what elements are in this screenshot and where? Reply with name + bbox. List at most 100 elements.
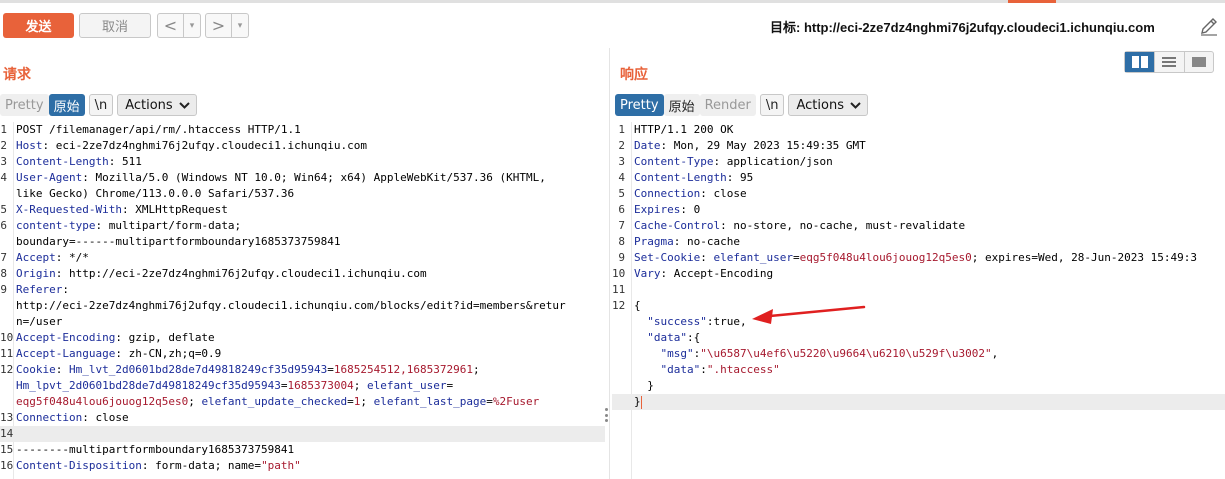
code-line[interactable]: }	[612, 378, 1225, 394]
code-line[interactable]: 5 Connection: close	[612, 186, 1225, 202]
back-history-dropdown-icon[interactable]: ▾	[183, 14, 200, 37]
code-line[interactable]: 5 X-Requested-With: XMLHttpRequest	[0, 202, 605, 218]
code-line[interactable]: 3 Content-Length: 511	[0, 154, 605, 170]
line-number	[612, 394, 629, 410]
cancel-button[interactable]: 取消	[79, 13, 151, 38]
line-number: 12	[612, 299, 626, 312]
code-line[interactable]: 2 Host: eci-2ze7dz4nghmi76j2ufqy.cloudeci…	[0, 138, 605, 154]
back-arrow-icon[interactable]: <	[158, 14, 183, 37]
code-line[interactable]: 12 {	[612, 298, 1225, 314]
split-rows-icon[interactable]	[1154, 52, 1183, 72]
code-line[interactable]: 13 Connection: close	[0, 410, 605, 426]
code-line[interactable]: http://eci-2ze7dz4nghmi76j2ufqy.cloudeci…	[0, 298, 605, 314]
code-line[interactable]: 12 Cookie: Hm_lvt_2d0601bd28de7d49818249c…	[0, 362, 605, 378]
code-line[interactable]: n=/user	[0, 314, 605, 330]
code-text: "msg":"\u6587\u4ef6\u5220\u9664\u6210\u5…	[629, 346, 1225, 362]
response-tab-pretty[interactable]: Pretty	[615, 94, 664, 116]
code-line[interactable]: 14	[0, 426, 605, 442]
line-number: 14	[0, 427, 14, 440]
header-name: Cookie	[16, 363, 56, 376]
plain-token: : zh-CN,zh;q=0.9	[115, 347, 222, 360]
value-token: 1685373004	[287, 379, 354, 392]
code-line[interactable]: 1 POST /filemanager/api/rm/.htaccess HTTP…	[0, 122, 605, 138]
code-line[interactable]: 10 Accept-Encoding: gzip, deflate	[0, 330, 605, 346]
request-newline-toggle[interactable]: \n	[88, 94, 114, 116]
line-number	[612, 330, 629, 346]
plain-token: ,	[991, 347, 999, 360]
send-button[interactable]: 发送	[3, 13, 74, 38]
code-line[interactable]: 4 User-Agent: Mozilla/5.0 (Windows NT 10.…	[0, 170, 605, 186]
plain-token: :	[62, 283, 69, 296]
response-tab-render[interactable]: Render	[699, 94, 756, 116]
code-line[interactable]: eqg5f048u4lou6jouog12q5es0; elefant_upda…	[0, 394, 605, 410]
code-line[interactable]: 2 Date: Mon, 29 May 2023 15:49:35 GMT	[612, 138, 1225, 154]
code-text: POST /filemanager/api/rm/.htaccess HTTP/…	[11, 122, 605, 138]
code-text: "data":{	[629, 330, 1225, 346]
plain-token: ;	[353, 379, 368, 392]
forward-history-dropdown-icon[interactable]: ▾	[231, 14, 248, 37]
line-number: 2	[618, 139, 625, 152]
code-line[interactable]: 4 Content-Length: 95	[612, 170, 1225, 186]
header-name: Referer	[16, 283, 63, 296]
line-number: 9	[0, 283, 7, 296]
code-line[interactable]: 3 Content-Type: application/json	[612, 154, 1225, 170]
forward-arrow-icon[interactable]: >	[206, 14, 231, 37]
code-line[interactable]: }	[612, 394, 1225, 410]
code-line[interactable]: 9 Set-Cookie: elefant_user=eqg5f048u4lou6…	[612, 250, 1225, 266]
code-line[interactable]: 8 Pragma: no-cache	[612, 234, 1225, 250]
code-line[interactable]: 9 Referer:	[0, 282, 605, 298]
header-name: elefant_user	[367, 379, 447, 392]
value-token: "path"	[261, 459, 301, 472]
code-line[interactable]: "success":true,	[612, 314, 1225, 330]
header-name: Accept-Language	[16, 347, 116, 360]
code-line[interactable]: 10 Vary: Accept-Encoding	[612, 266, 1225, 282]
plain-token: : gzip, deflate	[115, 331, 215, 344]
toolbar: 发送 取消 < ▾ > ▾ 目标: http://eci-2ze7dz4nghm…	[0, 3, 1225, 47]
request-editor[interactable]: 1 POST /filemanager/api/rm/.htaccess HTTP…	[0, 122, 605, 474]
header-name: Connection	[634, 187, 701, 200]
header-name: Origin	[16, 267, 56, 280]
split-columns-icon[interactable]	[1125, 52, 1155, 72]
code-line[interactable]: "data":".htaccess"	[612, 362, 1225, 378]
plain-token: : 95	[726, 171, 754, 184]
code-text: }	[629, 394, 1225, 410]
code-line[interactable]: 1 HTTP/1.1 200 OK	[612, 122, 1225, 138]
line-number: 10	[0, 331, 14, 344]
code-line[interactable]: 11	[612, 282, 1225, 298]
code-line[interactable]: 11 Accept-Language: zh-CN,zh;q=0.9	[0, 346, 605, 362]
code-text: like Gecko) Chrome/113.0.0.0 Safari/537.…	[11, 186, 605, 202]
code-line[interactable]: "data":{	[612, 330, 1225, 346]
code-line[interactable]: "msg":"\u6587\u4ef6\u5220\u9664\u6210\u5…	[612, 346, 1225, 362]
header-name: Set-Cookie	[634, 251, 701, 264]
plain-token: http://eci-2ze7dz4nghmi76j2ufqy.cloudeci…	[16, 299, 566, 312]
pane-divider[interactable]	[609, 48, 610, 479]
code-line[interactable]: boundary=------multipartformboundary1685…	[0, 234, 605, 250]
pencil-icon[interactable]	[1198, 15, 1220, 37]
value-token: "\u6587\u4ef6\u5220\u9664\u6210\u529f\u3…	[700, 347, 992, 360]
code-text: Accept-Encoding: gzip, deflate	[11, 330, 605, 346]
response-newline-toggle[interactable]: \n	[759, 94, 785, 116]
code-line[interactable]: 7 Cache-Control: no-store, no-cache, must…	[612, 218, 1225, 234]
response-actions-menu[interactable]: Actions	[788, 94, 868, 116]
value-token: 1685254512,1685372961	[333, 363, 473, 376]
code-line[interactable]: 8 Origin: http://eci-2ze7dz4nghmi76j2ufqy…	[0, 266, 605, 282]
plain-token: HTTP/1.1 200 OK	[634, 123, 734, 136]
plain-token: }	[634, 379, 654, 392]
response-editor[interactable]: 1 HTTP/1.1 200 OK 2 Date: Mon, 29 May 2023 …	[612, 122, 1225, 410]
code-line[interactable]: like Gecko) Chrome/113.0.0.0 Safari/537.…	[0, 186, 605, 202]
request-tab-pretty[interactable]: Pretty	[0, 94, 49, 116]
json-key: "data"	[660, 363, 701, 376]
code-line[interactable]: 16 Content-Disposition: form-data; name="…	[0, 458, 605, 474]
line-number: 11	[0, 347, 14, 360]
request-tab-raw[interactable]: 原始	[48, 94, 85, 116]
code-line[interactable]: 6 content-type: multipart/form-data;	[0, 218, 605, 234]
code-line[interactable]: Hm_lpvt_2d0601bd28de7d49818249cf35d95943…	[0, 378, 605, 394]
code-text: Pragma: no-cache	[629, 234, 1225, 250]
response-tab-raw[interactable]: 原始	[663, 94, 700, 116]
plain-token: : XMLHttpRequest	[121, 203, 228, 216]
code-line[interactable]: 15 --------multipartformboundary168537375…	[0, 442, 605, 458]
single-pane-icon[interactable]	[1183, 52, 1213, 72]
request-actions-menu[interactable]: Actions	[117, 94, 197, 116]
code-line[interactable]: 7 Accept: */*	[0, 250, 605, 266]
code-line[interactable]: 6 Expires: 0	[612, 202, 1225, 218]
